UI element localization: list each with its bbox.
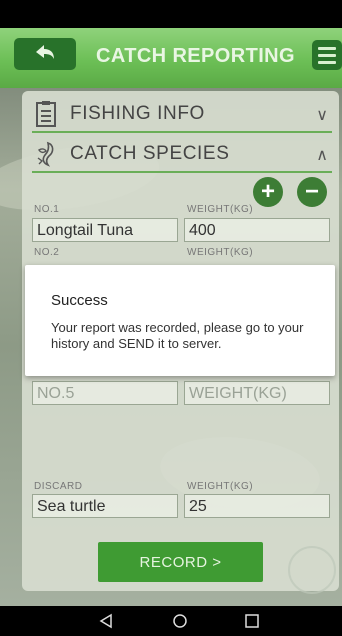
system-nav-bar	[0, 606, 342, 636]
nav-home-icon[interactable]	[170, 611, 190, 631]
nav-recents-icon[interactable]	[242, 611, 262, 631]
status-bar	[0, 0, 342, 28]
dialog-title: Success	[51, 292, 108, 309]
phone-screen: CATCH REPORTING FISHING INFO ∨ CATCH SPE…	[0, 0, 342, 636]
nav-back-icon[interactable]	[96, 611, 116, 631]
dialog-message: Your report was recorded, please go to y…	[51, 320, 304, 351]
success-dialog: Success Your report was recorded, please…	[25, 265, 335, 376]
